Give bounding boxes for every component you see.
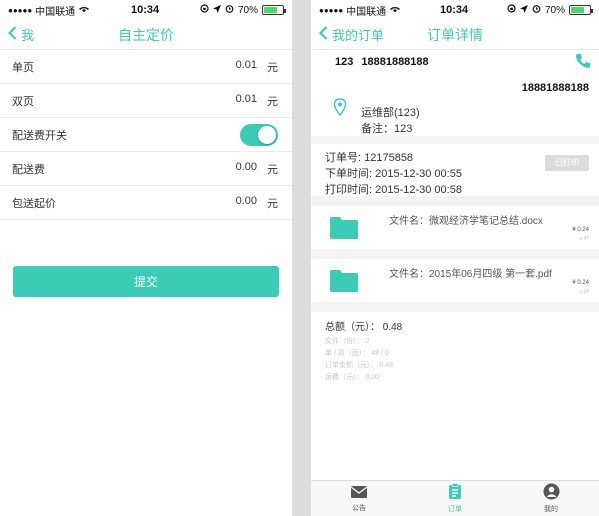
total-line: 单 / 双（面）： 48 / 0 — [325, 350, 389, 357]
file-item[interactable]: 文件名：微观经济学笔记总结.docx ¥ 0.24 x 47 — [311, 206, 599, 249]
unit-label: 元 — [267, 95, 278, 108]
battery-percent: 70% — [544, 4, 565, 16]
back-button[interactable]: 我 — [7, 25, 35, 44]
order-detail-screen: ●●●●● 中国联通 10:34 70% 我的订单 订单详情 123 18881… — [311, 0, 599, 516]
order-info: 订单号: 12175858 下单时间: 2015-12-30 00:55 打印时… — [311, 144, 599, 196]
setting-label: 配送费 — [12, 163, 45, 176]
signal-icon: ●●●●● — [319, 5, 344, 15]
tab-label: 订单 — [448, 506, 462, 513]
setting-row-single-page[interactable]: 单页 0.01 元 — [0, 50, 292, 84]
clipboard-icon — [448, 483, 462, 502]
clock: 10:34 — [440, 4, 469, 16]
back-label: 我的订单 — [332, 28, 385, 43]
total-line: 订单金额（元）： 0.48 — [325, 362, 394, 369]
file-name: 文件名：微观经济学笔记总结.docx — [389, 216, 543, 227]
divider — [311, 136, 599, 144]
setting-label: 双页 — [12, 95, 34, 108]
alarm-icon — [225, 4, 234, 16]
carrier-label: 中国联通 — [35, 6, 76, 18]
total-line: 运费（元）： 0.00 — [325, 374, 380, 381]
setting-row-min-delivery[interactable]: 包送起价 0.00 元 — [0, 186, 292, 220]
unit-label: 元 — [267, 163, 278, 176]
alarm-icon — [532, 4, 541, 16]
tab-orders[interactable]: 订单 — [407, 481, 503, 516]
contact-row: 123 18881888188 — [311, 50, 599, 74]
status-bar: ●●●●● 中国联通 10:34 70% — [0, 0, 292, 20]
delivery-fee-toggle[interactable] — [240, 123, 278, 146]
location-pin-icon — [333, 98, 347, 119]
contact-name: 123 — [335, 56, 354, 68]
folder-icon — [329, 216, 359, 245]
tab-label: 我的 — [544, 506, 558, 513]
back-button[interactable]: 我的订单 — [318, 25, 385, 44]
location-icon — [519, 4, 528, 16]
file-price: ¥ 0.24 — [572, 280, 589, 286]
setting-value[interactable]: 0.00 — [236, 161, 257, 177]
total-amount: 总额（元）： 0.48 — [325, 322, 403, 333]
setting-row-delivery-fee[interactable]: 配送费 0.00 元 — [0, 152, 292, 186]
setting-row-double-page[interactable]: 双页 0.01 元 — [0, 84, 292, 118]
file-item[interactable]: 文件名：2015年06月四级 第一套.pdf ¥ 0.24 x 24 — [311, 259, 599, 302]
back-label: 我 — [21, 28, 35, 43]
lock-rotation-icon — [200, 4, 209, 16]
chevron-left-icon — [318, 26, 328, 43]
tab-label: 公告 — [352, 504, 366, 512]
nav-bar: 我的订单 订单详情 — [311, 20, 599, 50]
phone-icon[interactable] — [575, 53, 591, 72]
divider — [311, 302, 599, 312]
pricing-screen: ●●●●● 中国联通 10:34 70% 我 自主定价 单页 0.01 元 双页… — [0, 0, 292, 516]
setting-label: 单页 — [12, 61, 34, 74]
carrier-label: 中国联通 — [346, 6, 387, 18]
total-line: 文件（份）： 2 — [325, 338, 370, 345]
setting-label: 配送费开关 — [12, 129, 67, 142]
delivery-address: 18881888188 运维部(123) 备注：123 — [311, 74, 599, 136]
wifi-icon — [389, 4, 401, 16]
order-note: 备注：123 — [361, 123, 413, 135]
unit-label: 元 — [267, 197, 278, 210]
battery-icon — [261, 5, 286, 15]
envelope-icon — [350, 485, 368, 501]
setting-value[interactable]: 0.01 — [236, 59, 257, 75]
user-icon — [543, 483, 560, 502]
status-bar: ●●●●● 中国联通 10:34 70% — [311, 0, 599, 20]
file-price: ¥ 0.24 — [572, 227, 589, 233]
contact-phone: 18881888188 — [361, 56, 429, 68]
recipient-phone: 18881888188 — [521, 82, 589, 94]
file-name: 文件名：2015年06月四级 第一套.pdf — [389, 269, 552, 280]
nav-bar: 我 自主定价 — [0, 20, 292, 50]
file-pages: x 24 — [579, 289, 589, 295]
tab-notices[interactable]: 公告 — [311, 481, 407, 516]
submit-button[interactable]: 提交 — [13, 266, 279, 297]
unit-label: 元 — [267, 61, 278, 74]
tab-bar: 公告 订单 我的 — [311, 480, 599, 516]
tab-profile[interactable]: 我的 — [503, 481, 599, 516]
folder-icon — [329, 269, 359, 298]
location-icon — [212, 4, 221, 16]
order-totals: 总额（元）： 0.48 文件（份）： 2 单 / 双（面）： 48 / 0 订单… — [311, 312, 599, 390]
setting-label: 包送起价 — [12, 197, 56, 210]
department-label: 运维部(123) — [361, 107, 420, 119]
wifi-icon — [78, 4, 90, 16]
battery-percent: 70% — [237, 4, 258, 16]
chevron-left-icon — [7, 26, 17, 43]
setting-row-delivery-toggle: 配送费开关 — [0, 118, 292, 152]
file-pages: x 47 — [579, 236, 589, 242]
print-time: 打印时间: 2015-12-30 00:58 — [325, 184, 462, 196]
clock: 10:34 — [131, 4, 160, 16]
battery-icon — [568, 5, 593, 15]
price-settings-list: 单页 0.01 元 双页 0.01 元 配送费开关 配送费 0.00 元 包送起价 0… — [0, 50, 292, 220]
lock-rotation-icon — [507, 4, 516, 16]
printed-status-button[interactable]: 已打印 — [545, 155, 589, 171]
page-title: 自主定价 — [118, 26, 174, 43]
setting-value[interactable]: 0.01 — [236, 93, 257, 109]
signal-icon: ●●●●● — [8, 5, 33, 15]
setting-value[interactable]: 0.00 — [236, 195, 257, 211]
divider — [311, 249, 599, 259]
